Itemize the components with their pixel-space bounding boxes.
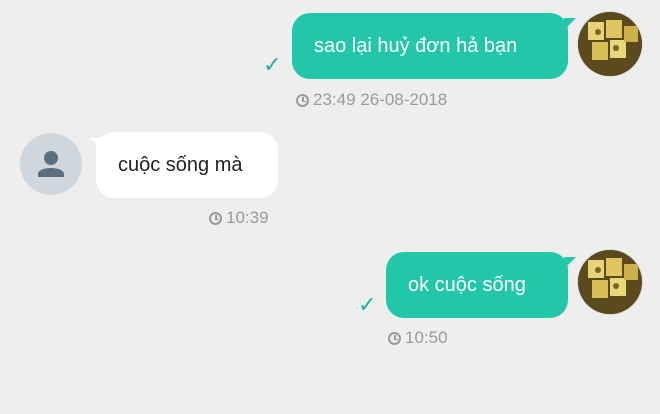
user-avatar[interactable] [578, 12, 642, 76]
message-timestamp: 10:50 [388, 328, 448, 348]
message-bubble-outgoing[interactable]: sao lại huỷ đơn hả bạn [292, 13, 568, 79]
message-bubble-outgoing[interactable]: ok cuộc sống [386, 252, 568, 318]
clock-icon [388, 331, 401, 345]
message-timestamp: 23:49 26-08-2018 [296, 90, 447, 110]
message-text: sao lại huỷ đơn hả bạn [314, 34, 518, 57]
message-bubble-incoming[interactable]: cuộc sống mà [96, 132, 278, 198]
message-text: ok cuộc sống [408, 273, 526, 296]
contact-avatar[interactable] [20, 133, 82, 195]
bubble-tail [564, 257, 576, 269]
clock-icon [209, 211, 222, 225]
message-timestamp: 10:39 [209, 208, 269, 228]
clock-icon [296, 93, 309, 107]
bubble-tail [564, 18, 576, 30]
user-avatar[interactable] [578, 250, 642, 314]
sent-check-icon: ✓ [263, 52, 282, 77]
person-icon [38, 151, 64, 177]
sent-check-icon: ✓ [358, 292, 377, 317]
message-text: cuộc sống mà [118, 153, 243, 176]
